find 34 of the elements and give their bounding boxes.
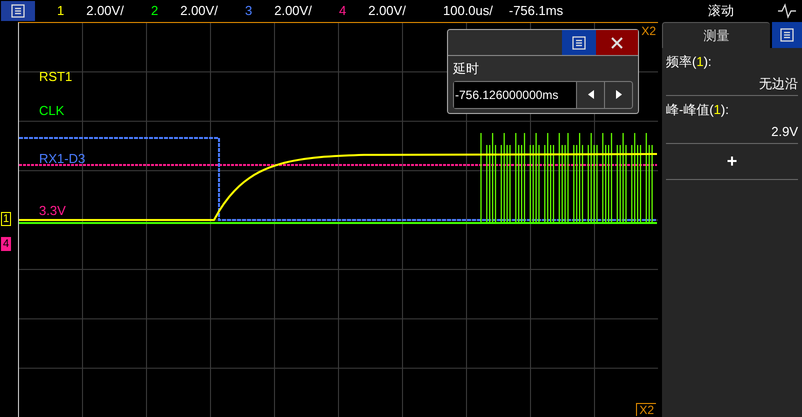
channel-number: 2: [151, 2, 158, 20]
menu-icon: [572, 36, 586, 50]
menu-button[interactable]: [1, 1, 35, 21]
channel-number: 4: [339, 2, 346, 20]
channel-scale: 2.00V/: [180, 2, 218, 20]
measurement-label: 峰-峰值(1):: [666, 101, 730, 119]
timebase-value: 100.0us/: [443, 2, 493, 20]
delay-label: 延时: [453, 60, 480, 78]
channel-number: 1: [57, 2, 64, 20]
trace-label: CLK: [39, 102, 64, 120]
measure-tab[interactable]: 测量: [662, 22, 770, 48]
trace-label: RST1: [39, 68, 72, 86]
trace-label: RX1-D3: [39, 150, 86, 168]
panel-menu-button[interactable]: [772, 22, 802, 48]
measurement-value: 2.9V: [771, 122, 798, 140]
dialog-menu-button[interactable]: [562, 30, 596, 55]
channel-number: 3: [245, 2, 252, 20]
channel-scale: 2.00V/: [368, 2, 406, 20]
trace-label: 3.3V: [39, 202, 66, 220]
channel-marker[interactable]: 1: [1, 212, 12, 226]
trigger-icon: [776, 1, 798, 21]
close-button[interactable]: [596, 30, 638, 55]
measurement-value: 无边沿: [759, 74, 798, 92]
acquisition-mode: 滚动: [708, 2, 734, 20]
measurement-label: 频率(1):: [666, 53, 713, 71]
channel-scale: 2.00V/: [86, 2, 124, 20]
menu-icon: [780, 28, 794, 42]
cursor-marker: X2: [641, 25, 656, 37]
channel-scale: 2.00V/: [274, 2, 312, 20]
close-icon: [610, 36, 624, 50]
channel-marker[interactable]: 4: [1, 237, 12, 251]
menu-icon: [11, 4, 25, 18]
add-measurement-button[interactable]: +: [666, 144, 798, 180]
delay-value: -756.1ms: [508, 2, 564, 20]
